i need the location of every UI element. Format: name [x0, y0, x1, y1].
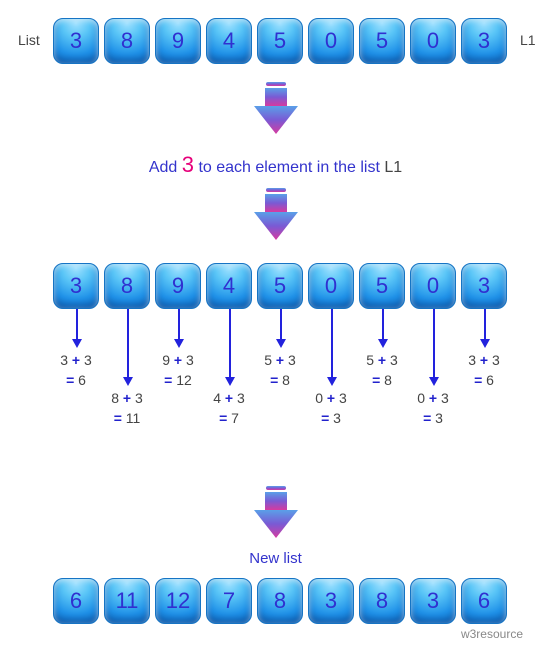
- arrow-down-icon: [246, 188, 306, 238]
- list-cell: 3: [461, 263, 507, 309]
- list-cell: 8: [104, 18, 150, 64]
- expression-text: 9 + 3= 12: [148, 351, 208, 390]
- list-cell: 5: [257, 18, 303, 64]
- list-cell: 0: [410, 263, 456, 309]
- expression-text: 8 + 3= 11: [97, 389, 157, 428]
- list-cell: 4: [206, 263, 252, 309]
- expression-text: 4 + 3= 7: [199, 389, 259, 428]
- list-cell: 3: [410, 578, 456, 624]
- list-cell: 8: [104, 263, 150, 309]
- list-cell: 3: [53, 263, 99, 309]
- list-cell: 8: [257, 578, 303, 624]
- list-row-middle: 389450503: [53, 263, 507, 309]
- caption-suffix: L1: [384, 159, 402, 176]
- expression-text: 0 + 3= 3: [403, 389, 463, 428]
- list-cell: 3: [308, 578, 354, 624]
- list-cell: 5: [257, 263, 303, 309]
- caption-accent: 3: [182, 152, 194, 177]
- list-cell: 0: [308, 263, 354, 309]
- caption-add: Add 3 to each element in the list L1: [0, 152, 551, 178]
- list-cell: 3: [461, 18, 507, 64]
- caption-prefix: Add: [149, 159, 182, 176]
- expression-text: 5 + 3= 8: [352, 351, 412, 390]
- expression-text: 0 + 3= 3: [301, 389, 361, 428]
- list-cell: 3: [53, 18, 99, 64]
- list-cell: 12: [155, 578, 201, 624]
- footer-credit: w3resource: [461, 627, 523, 641]
- list-cell: 4: [206, 18, 252, 64]
- diagram-canvas: List L1 389450503 Add 3 to each element …: [0, 0, 551, 655]
- list-cell: 5: [359, 263, 405, 309]
- caption-mid: to each element in the list: [194, 159, 384, 176]
- arrow-down-icon: [246, 486, 306, 536]
- label-l1: L1: [520, 32, 536, 48]
- list-cell: 5: [359, 18, 405, 64]
- expression-text: 3 + 3= 6: [46, 351, 106, 390]
- list-cell: 9: [155, 263, 201, 309]
- label-new-list: New list: [0, 550, 551, 567]
- expression-area: 3 + 3= 68 + 3= 119 + 3= 124 + 3= 75 + 3=…: [0, 332, 551, 502]
- arrow-down-icon: [246, 82, 306, 132]
- list-cell: 7: [206, 578, 252, 624]
- list-cell: 6: [53, 578, 99, 624]
- list-cell: 0: [308, 18, 354, 64]
- list-row-input: 389450503: [53, 18, 507, 64]
- list-cell: 9: [155, 18, 201, 64]
- expression-text: 3 + 3= 6: [454, 351, 514, 390]
- expression-text: 5 + 3= 8: [250, 351, 310, 390]
- list-cell: 8: [359, 578, 405, 624]
- list-row-result: 61112783836: [53, 578, 507, 624]
- list-cell: 0: [410, 18, 456, 64]
- label-list: List: [18, 32, 40, 48]
- list-cell: 11: [104, 578, 150, 624]
- list-cell: 6: [461, 578, 507, 624]
